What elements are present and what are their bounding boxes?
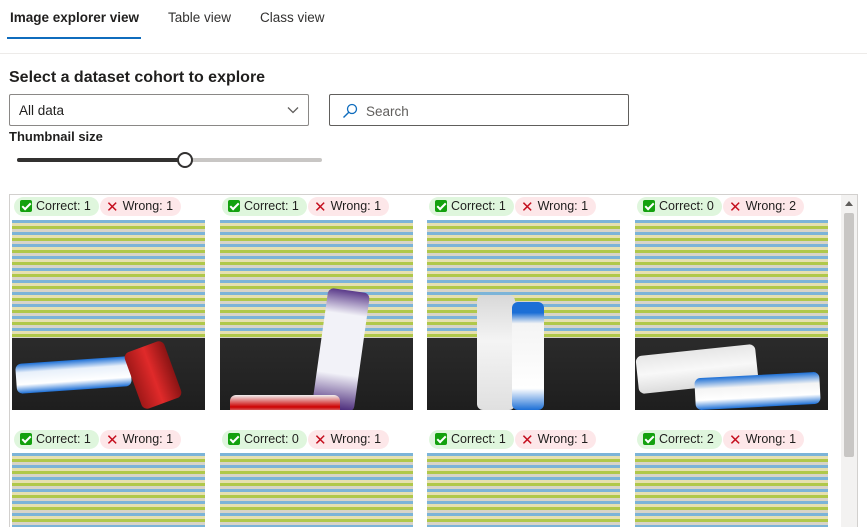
wrong-badge: ✕ Wrong: 1	[515, 430, 597, 449]
checkmark-icon	[643, 433, 655, 445]
image-card[interactable]: Correct: 1 ✕ Wrong: 1	[218, 195, 413, 410]
close-icon: ✕	[314, 199, 327, 216]
close-icon: ✕	[106, 199, 119, 216]
cohort-dropdown[interactable]: All data	[9, 94, 309, 126]
image-gallery: Correct: 1 ✕ Wrong: 1 Correct: 1 ✕ Wrong: 1 Co…	[9, 194, 858, 527]
image-card[interactable]: Correct: 2 ✕ Wrong: 1	[633, 428, 828, 527]
correct-count: Correct: 1	[36, 199, 91, 213]
correct-badge: Correct: 0	[222, 430, 307, 449]
thumbnail-image[interactable]	[427, 220, 620, 410]
close-icon: ✕	[521, 432, 534, 449]
image-card[interactable]: Correct: 1 ✕ Wrong: 1	[425, 428, 620, 527]
wrong-badge: ✕ Wrong: 1	[515, 197, 597, 216]
product-shape	[512, 302, 544, 410]
tab-table-view[interactable]: Table view	[168, 10, 231, 40]
thumbnail-image[interactable]	[12, 220, 205, 410]
product-shape	[311, 287, 371, 410]
close-icon: ✕	[729, 432, 742, 449]
active-tab-indicator	[7, 37, 141, 39]
wrong-badge: ✕ Wrong: 1	[100, 197, 182, 216]
image-card[interactable]: Correct: 1 ✕ Wrong: 1	[10, 195, 205, 410]
thumbnail-size-slider[interactable]	[17, 150, 322, 170]
image-card[interactable]: Correct: 1 ✕ Wrong: 1	[425, 195, 620, 410]
cohort-heading: Select a dataset cohort to explore	[9, 69, 266, 86]
prediction-badges: Correct: 1 ✕ Wrong: 1	[10, 195, 203, 216]
product-shape	[694, 371, 821, 410]
prediction-badges: Correct: 0 ✕ Wrong: 2	[633, 195, 826, 216]
wrong-count: Wrong: 1	[745, 432, 797, 446]
correct-badge: Correct: 1	[14, 197, 99, 216]
checkmark-icon	[228, 200, 240, 212]
cohort-selected-value: All data	[19, 103, 65, 118]
product-shape	[477, 295, 515, 410]
correct-badge: Correct: 2	[637, 430, 722, 449]
correct-badge: Correct: 1	[429, 197, 514, 216]
product-shape	[123, 339, 183, 410]
prediction-badges: Correct: 1 ✕ Wrong: 1	[10, 428, 203, 449]
thumbnail-image[interactable]	[427, 453, 620, 527]
close-icon: ✕	[314, 432, 327, 449]
wrong-count: Wrong: 1	[330, 432, 382, 446]
wrong-badge: ✕ Wrong: 1	[723, 430, 805, 449]
thumbnail-size-label: Thumbnail size	[9, 129, 103, 144]
image-card[interactable]: Correct: 1 ✕ Wrong: 1	[10, 428, 205, 527]
correct-badge: Correct: 1	[14, 430, 99, 449]
tab-image-explorer-view[interactable]: Image explorer view	[10, 10, 139, 40]
close-icon: ✕	[106, 432, 119, 449]
thumbnail-image[interactable]	[12, 453, 205, 527]
checkmark-icon	[20, 433, 32, 445]
image-card[interactable]: Correct: 0 ✕ Wrong: 1	[218, 428, 413, 527]
prediction-badges: Correct: 1 ✕ Wrong: 1	[425, 428, 618, 449]
search-input[interactable]	[366, 101, 616, 121]
scrollbar-thumb[interactable]	[844, 213, 854, 457]
prediction-badges: Correct: 1 ✕ Wrong: 1	[425, 195, 618, 216]
thumbnail-image[interactable]	[220, 453, 413, 527]
correct-count: Correct: 1	[451, 432, 506, 446]
thumbnail-image[interactable]	[635, 220, 828, 410]
vertical-scrollbar[interactable]	[841, 195, 857, 527]
correct-count: Correct: 0	[244, 432, 299, 446]
checkmark-icon	[20, 200, 32, 212]
wrong-count: Wrong: 2	[745, 199, 797, 213]
thumbnail-image[interactable]	[635, 453, 828, 527]
checkmark-icon	[435, 433, 447, 445]
close-icon: ✕	[521, 199, 534, 216]
wrong-badge: ✕ Wrong: 2	[723, 197, 805, 216]
search-icon	[343, 103, 358, 118]
correct-count: Correct: 2	[659, 432, 714, 446]
wrong-count: Wrong: 1	[537, 432, 589, 446]
product-shape	[15, 356, 132, 394]
wrong-count: Wrong: 1	[330, 199, 382, 213]
correct-count: Correct: 1	[36, 432, 91, 446]
tab-class-view[interactable]: Class view	[260, 10, 325, 40]
tab-bar: Image explorer view Table view Class vie…	[0, 0, 867, 54]
wrong-count: Wrong: 1	[122, 432, 174, 446]
correct-badge: Correct: 0	[637, 197, 722, 216]
scroll-up-arrow-icon[interactable]	[845, 201, 853, 206]
prediction-badges: Correct: 1 ✕ Wrong: 1	[218, 195, 411, 216]
checkmark-icon	[643, 200, 655, 212]
product-shape	[230, 395, 340, 410]
wrong-badge: ✕ Wrong: 1	[100, 430, 182, 449]
wrong-badge: ✕ Wrong: 1	[308, 430, 390, 449]
close-icon: ✕	[729, 199, 742, 216]
image-card[interactable]: Correct: 0 ✕ Wrong: 2	[633, 195, 828, 410]
prediction-badges: Correct: 0 ✕ Wrong: 1	[218, 428, 411, 449]
checkmark-icon	[435, 200, 447, 212]
wrong-badge: ✕ Wrong: 1	[308, 197, 390, 216]
wrong-count: Wrong: 1	[122, 199, 174, 213]
slider-fill	[17, 158, 185, 162]
thumbnail-image[interactable]	[220, 220, 413, 410]
chevron-down-icon	[287, 107, 299, 114]
correct-count: Correct: 0	[659, 199, 714, 213]
search-box[interactable]	[329, 94, 629, 126]
wrong-count: Wrong: 1	[537, 199, 589, 213]
correct-badge: Correct: 1	[222, 197, 307, 216]
correct-count: Correct: 1	[451, 199, 506, 213]
slider-handle[interactable]	[176, 152, 193, 168]
correct-badge: Correct: 1	[429, 430, 514, 449]
correct-count: Correct: 1	[244, 199, 299, 213]
prediction-badges: Correct: 2 ✕ Wrong: 1	[633, 428, 826, 449]
checkmark-icon	[228, 433, 240, 445]
